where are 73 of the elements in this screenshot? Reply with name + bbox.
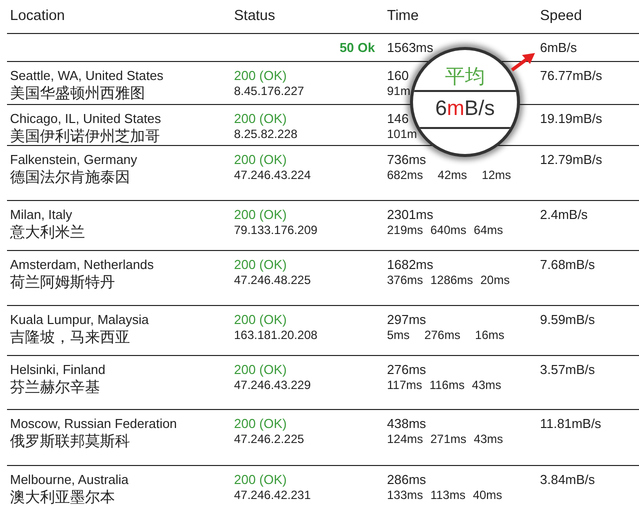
ip-address: 47.246.48.225: [234, 273, 311, 288]
response-time: 2301ms: [387, 206, 434, 223]
download-speed: 3.84mB/s: [540, 471, 595, 488]
response-time: 297ms: [387, 311, 426, 328]
location-name: Melbourne, Australia: [10, 471, 129, 488]
download-speed: 12.79mB/s: [540, 151, 602, 168]
response-time: 736ms: [387, 151, 426, 168]
ip-address: 47.246.2.225: [234, 432, 304, 447]
status-code: 200 (OK): [234, 256, 287, 273]
time-breakdown: 376ms 1286ms 20ms: [387, 273, 510, 288]
location-name-chinese: 澳大利亚墨尔本: [10, 488, 115, 506]
time-breakdown: 5ms 276ms 16ms: [387, 328, 504, 343]
location-name-chinese: 德国法尔肯施泰因: [10, 168, 130, 186]
location-name-chinese: 俄罗斯联邦莫斯科: [10, 432, 130, 450]
average-speed: 6mB/s: [435, 96, 495, 122]
column-header: Location: [10, 8, 65, 25]
response-time: 438ms: [387, 415, 426, 432]
time-breakdown: 133ms 113ms 40ms: [387, 488, 502, 503]
location-name: Amsterdam, Netherlands: [10, 256, 154, 273]
column-header: Status: [234, 8, 276, 25]
time-breakdown: 219ms 640ms 64ms: [387, 223, 504, 238]
summary-status: 50 Ok: [340, 39, 375, 56]
response-time: 1682ms: [387, 256, 434, 273]
location-name: Kuala Lumpur, Malaysia: [10, 311, 149, 328]
location-name: Seattle, WA, United States: [10, 67, 164, 84]
time-breakdown: 101m: [387, 127, 418, 142]
location-name-chinese: 吉隆坡，马来西亚: [10, 328, 130, 346]
location-name: Milan, Italy: [10, 206, 72, 223]
status-code: 200 (OK): [234, 415, 287, 432]
column-header: Speed: [540, 8, 582, 25]
average-label: 平均: [445, 63, 485, 90]
location-name-chinese: 荷兰阿姆斯特丹: [10, 273, 115, 291]
column-header: Time: [387, 8, 419, 25]
response-time: 276ms: [387, 361, 426, 378]
ip-address: 8.45.176.227: [234, 84, 304, 99]
location-name: Falkenstein, Germany: [10, 151, 138, 168]
response-time: 160: [387, 67, 409, 84]
ip-address: 47.246.43.224: [234, 168, 311, 183]
location-name: Helsinki, Finland: [10, 361, 106, 378]
summary-speed: 6mB/s: [540, 39, 577, 56]
status-code: 200 (OK): [234, 110, 287, 127]
location-name-chinese: 美国华盛顿州西雅图: [10, 84, 145, 102]
download-speed: 3.57mB/s: [540, 361, 595, 378]
status-code: 200 (OK): [234, 471, 287, 488]
status-code: 200 (OK): [234, 206, 287, 223]
response-time: 286ms: [387, 471, 426, 488]
status-code: 200 (OK): [234, 151, 287, 168]
location-name-chinese: 芬兰赫尔辛基: [10, 378, 100, 396]
download-speed: 2.4mB/s: [540, 206, 588, 223]
location-name: Chicago, IL, United States: [10, 110, 162, 127]
download-speed: 19.19mB/s: [540, 110, 602, 127]
ip-address: 79.133.176.209: [234, 223, 318, 238]
time-breakdown: 117ms 116ms 43ms: [387, 378, 502, 393]
time-breakdown: 124ms 271ms 43ms: [387, 432, 504, 447]
download-speed: 76.77mB/s: [540, 67, 602, 84]
status-code: 200 (OK): [234, 361, 287, 378]
ip-address: 163.181.20.208: [234, 328, 318, 343]
ip-address: 47.246.43.229: [234, 378, 311, 393]
download-speed: 7.68mB/s: [540, 256, 595, 273]
time-breakdown: 682ms 42ms 12ms: [387, 168, 512, 183]
ip-address: 47.246.42.231: [234, 488, 311, 503]
location-name: Moscow, Russian Federation: [10, 415, 177, 432]
download-speed: 11.81mB/s: [540, 415, 602, 432]
time-breakdown: 91m: [387, 84, 410, 99]
pointer-arrow: [510, 53, 535, 72]
download-speed: 9.59mB/s: [540, 311, 595, 328]
location-name-chinese: 意大利米兰: [10, 223, 85, 241]
ip-address: 8.25.82.228: [234, 127, 298, 142]
summary-time: 1563ms: [387, 39, 434, 56]
location-name-chinese: 美国伊利诺伊州芝加哥: [10, 127, 160, 145]
response-time: 146: [387, 110, 409, 127]
status-code: 200 (OK): [234, 67, 287, 84]
status-code: 200 (OK): [234, 311, 287, 328]
